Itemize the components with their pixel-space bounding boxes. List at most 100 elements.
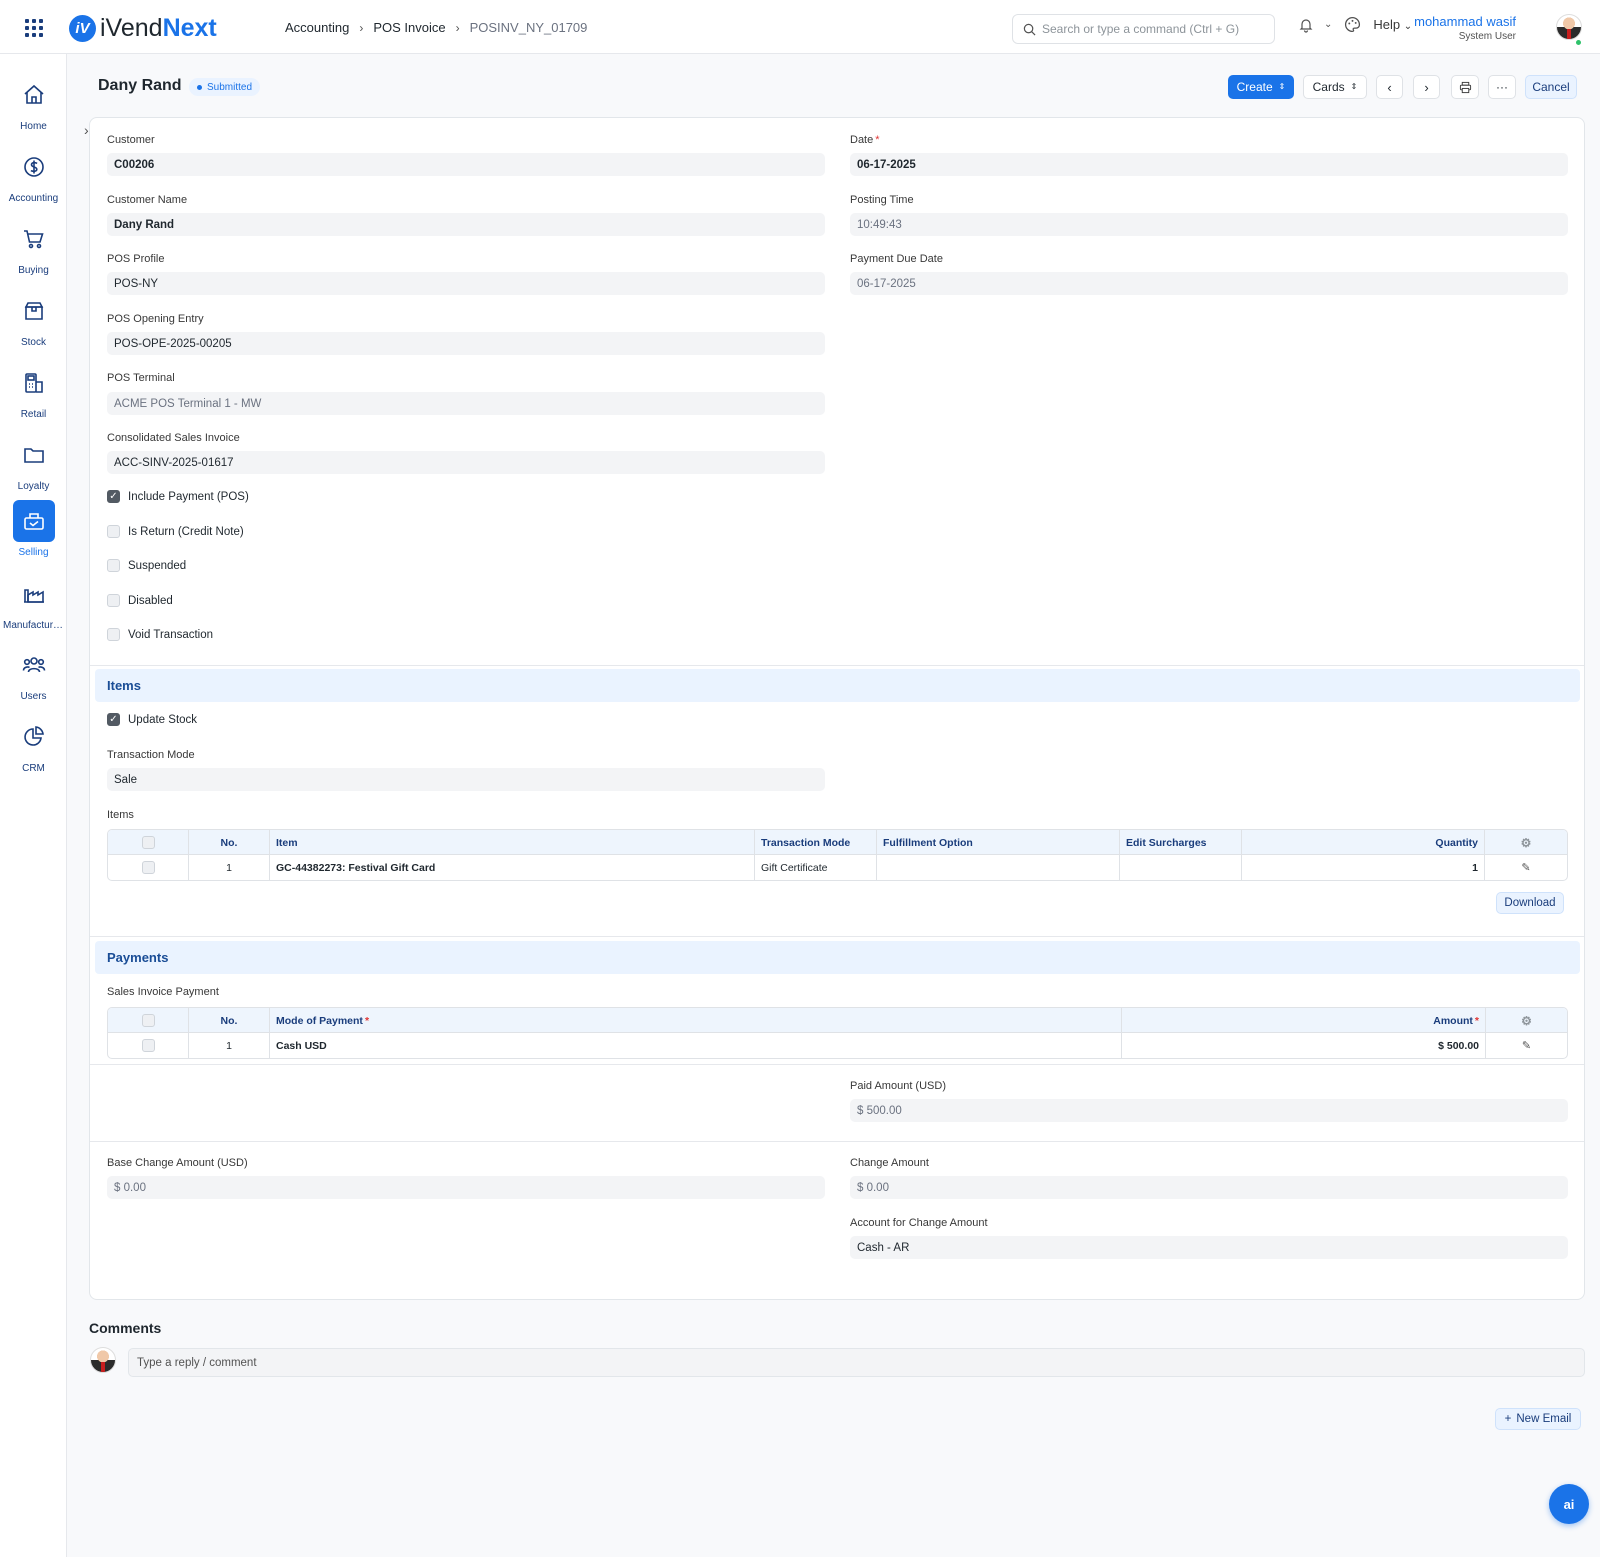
- row-quantity[interactable]: 1: [1242, 855, 1485, 880]
- new-email-button[interactable]: + New Email: [1495, 1408, 1581, 1430]
- consolidated-sales-invoice-field[interactable]: ACC-SINV-2025-01617: [107, 451, 825, 474]
- gear-icon: ⚙: [1520, 835, 1532, 850]
- change-amount-field[interactable]: $ 0.00: [850, 1176, 1568, 1199]
- suspended-checkbox[interactable]: Suspended: [107, 559, 186, 572]
- row-checkbox[interactable]: [108, 855, 189, 880]
- ai-assistant-button[interactable]: ai: [1549, 1484, 1589, 1524]
- transaction-mode-label: Transaction Mode: [107, 749, 195, 761]
- row-item[interactable]: GC-44382273: Festival Gift Card: [270, 855, 755, 880]
- breadcrumb-accounting[interactable]: Accounting: [285, 20, 349, 35]
- chevron-down-icon[interactable]: ⌄: [1324, 19, 1332, 30]
- customer-label: Customer: [107, 134, 155, 146]
- paid-amount-field[interactable]: $ 500.00: [850, 1099, 1568, 1122]
- items-section-header[interactable]: Items: [95, 669, 1580, 702]
- edit-row-button[interactable]: ✎: [1486, 1033, 1567, 1058]
- top-navbar: iV iVendNext Accounting › POS Invoice › …: [0, 0, 1600, 54]
- section-divider: [90, 1064, 1584, 1065]
- user-avatar[interactable]: [1556, 14, 1582, 40]
- search-bar[interactable]: [1012, 14, 1275, 44]
- row-amount[interactable]: $ 500.00: [1122, 1033, 1486, 1058]
- sidebar-item-retail[interactable]: Retail: [0, 362, 67, 420]
- user-name: mohammad wasif: [1414, 14, 1516, 29]
- col-quantity: Quantity: [1242, 830, 1485, 855]
- expand-sidebar-chevron-icon[interactable]: ›: [84, 122, 89, 138]
- logo-mark-icon: iV: [69, 14, 96, 42]
- comment-input[interactable]: [137, 1356, 1584, 1369]
- factory-icon: [23, 589, 44, 603]
- updown-icon: ⇕: [1278, 82, 1286, 91]
- col-mode-of-payment: Mode of Payment *: [270, 1008, 1122, 1033]
- app-grid-icon[interactable]: [25, 19, 43, 37]
- disabled-checkbox[interactable]: Disabled: [107, 594, 173, 607]
- sidebar-item-selling[interactable]: Selling: [0, 500, 67, 558]
- select-all-checkbox[interactable]: [108, 830, 189, 855]
- row-mode-of-payment[interactable]: Cash USD: [270, 1033, 1122, 1058]
- status-badge: Submitted: [189, 78, 261, 96]
- customer-name-field[interactable]: Dany Rand: [107, 213, 825, 236]
- home-icon: [23, 84, 44, 104]
- sales-invoice-payment-label: Sales Invoice Payment: [107, 986, 219, 998]
- update-stock-checkbox[interactable]: ✓ Update Stock: [107, 713, 197, 726]
- pos-opening-entry-field[interactable]: POS-OPE-2025-00205: [107, 332, 825, 355]
- void-transaction-checkbox[interactable]: Void Transaction: [107, 628, 213, 641]
- select-all-checkbox[interactable]: [108, 1008, 189, 1033]
- sidebar-item-manufacturing[interactable]: Manufacturing: [0, 573, 67, 631]
- pos-profile-field[interactable]: POS-NY: [107, 272, 825, 295]
- comment-box[interactable]: [128, 1348, 1585, 1377]
- is-return-checkbox[interactable]: Is Return (Credit Note): [107, 525, 244, 538]
- items-table-label: Items: [107, 809, 134, 821]
- row-fulfillment-option[interactable]: [877, 855, 1120, 880]
- account-for-change-field[interactable]: Cash - AR: [850, 1236, 1568, 1259]
- column-settings-button[interactable]: ⚙: [1486, 1008, 1567, 1033]
- row-transaction-mode[interactable]: Gift Certificate: [755, 855, 877, 880]
- sidebar-item-users[interactable]: Users: [0, 644, 67, 702]
- customer-field[interactable]: C00206: [107, 153, 825, 176]
- transaction-mode-field[interactable]: Sale: [107, 768, 825, 791]
- cards-button[interactable]: Cards ⇕: [1303, 75, 1367, 99]
- cancel-button[interactable]: Cancel: [1525, 75, 1577, 99]
- section-divider: [90, 1141, 1584, 1142]
- sidebar-item-stock[interactable]: Stock: [0, 290, 67, 348]
- table-row[interactable]: 1 Cash USD $ 500.00 ✎: [108, 1033, 1567, 1058]
- row-checkbox[interactable]: [108, 1033, 189, 1058]
- sidebar-item-home[interactable]: Home: [0, 74, 67, 132]
- pos-terminal-icon: [24, 373, 43, 393]
- column-settings-button[interactable]: ⚙: [1485, 830, 1567, 855]
- palette-icon[interactable]: [1344, 16, 1361, 33]
- pos-terminal-field[interactable]: ACME POS Terminal 1 - MW: [107, 392, 825, 415]
- row-edit-surcharges[interactable]: [1120, 855, 1242, 880]
- users-icon: [22, 657, 45, 673]
- user-menu[interactable]: mohammad wasif System User: [1414, 14, 1516, 42]
- comments-title: Comments: [89, 1320, 162, 1336]
- include-payment-checkbox[interactable]: ✓ Include Payment (POS): [107, 490, 249, 503]
- base-change-amount-field[interactable]: $ 0.00: [107, 1176, 825, 1199]
- table-row[interactable]: 1 GC-44382273: Festival Gift Card Gift C…: [108, 855, 1567, 880]
- print-button[interactable]: [1451, 75, 1479, 99]
- sidebar-item-buying[interactable]: Buying: [0, 218, 67, 276]
- payments-section-header[interactable]: Payments: [95, 941, 1580, 974]
- app-logo[interactable]: iV iVendNext: [69, 13, 217, 43]
- col-edit-surcharges: Edit Surcharges: [1120, 830, 1242, 855]
- sidebar-item-crm[interactable]: CRM: [0, 716, 67, 774]
- user-role: System User: [1458, 31, 1516, 42]
- help-menu[interactable]: Help ⌄: [1373, 17, 1412, 32]
- create-button[interactable]: Create ⇕: [1228, 75, 1294, 99]
- more-actions-button[interactable]: ···: [1488, 75, 1516, 99]
- next-record-button[interactable]: ›: [1413, 75, 1440, 99]
- chevron-left-icon: ‹: [1387, 79, 1392, 95]
- prev-record-button[interactable]: ‹: [1376, 75, 1403, 99]
- breadcrumb-pos-invoice[interactable]: POS Invoice: [373, 20, 445, 35]
- change-amount-label: Change Amount: [850, 1157, 929, 1169]
- logo-text: iVendNext: [100, 13, 217, 42]
- edit-row-button[interactable]: ✎: [1485, 855, 1567, 880]
- payment-due-date-field[interactable]: 06-17-2025: [850, 272, 1568, 295]
- paid-amount-label: Paid Amount (USD): [850, 1080, 946, 1092]
- posting-time-field[interactable]: 10:49:43: [850, 213, 1568, 236]
- download-button[interactable]: Download: [1496, 892, 1564, 914]
- sidebar-item-accounting[interactable]: Accounting: [0, 146, 67, 204]
- payments-table-header: No. Mode of Payment * Amount * ⚙: [108, 1008, 1567, 1033]
- bell-icon[interactable]: [1298, 17, 1314, 33]
- date-field[interactable]: 06-17-2025: [850, 153, 1568, 176]
- sidebar-item-loyalty[interactable]: Loyalty: [0, 434, 67, 492]
- search-input[interactable]: [1042, 22, 1262, 36]
